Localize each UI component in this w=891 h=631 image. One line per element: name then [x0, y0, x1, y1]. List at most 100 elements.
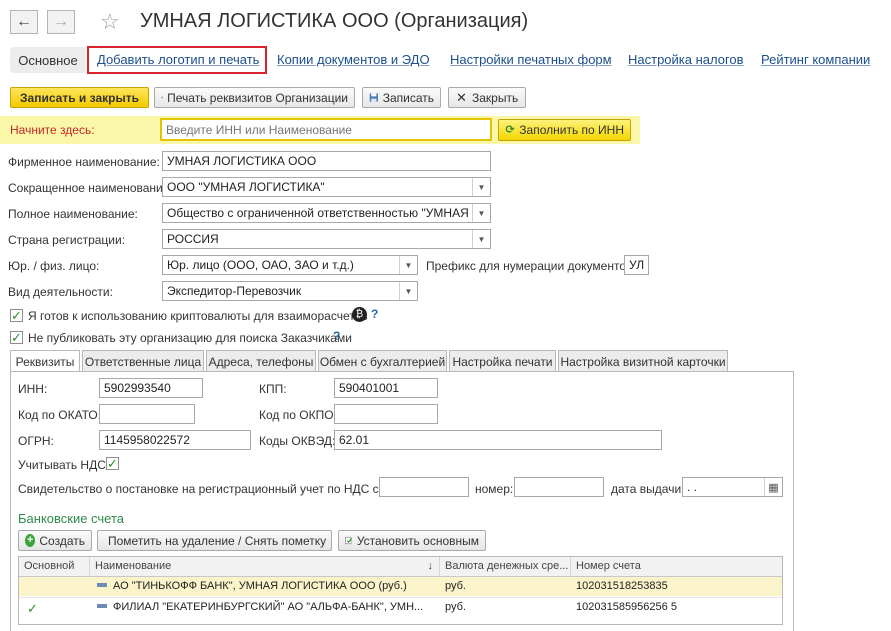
no-publish-label: Не публиковать эту организацию для поиск… [28, 331, 352, 345]
vat-label: Учитывать НДС: [18, 458, 110, 472]
create-account-label: Создать [39, 533, 85, 548]
chevron-down-icon[interactable]: ▼ [399, 282, 417, 300]
tab-company-rating[interactable]: Рейтинг компании [761, 52, 870, 67]
okpo-field[interactable] [334, 404, 438, 424]
bank-accounts-title: Банковские счета [18, 511, 125, 526]
chevron-down-icon[interactable]: ▼ [472, 178, 490, 196]
back-button[interactable]: ← [10, 10, 38, 34]
row-main-flag: ✓ [27, 601, 38, 616]
tab-print-setup[interactable]: Настройка печати [449, 350, 556, 372]
vat-cert-series-field[interactable] [379, 477, 469, 497]
tab-tax-settings[interactable]: Настройка налогов [628, 52, 744, 67]
tab-responsible[interactable]: Ответственные лица [82, 350, 204, 372]
bank-accounts-table[interactable]: Основной Наименование ↓ Валюта денежных с… [18, 556, 783, 625]
tab-basic[interactable]: Основное [10, 47, 86, 73]
prefix-field[interactable]: УЛ [624, 255, 649, 275]
chevron-down-icon[interactable]: ▼ [399, 256, 417, 274]
short-name-field[interactable]: ООО "УМНАЯ ЛОГИСТИКА" ▼ [162, 177, 491, 197]
refresh-icon: ⟳ [505, 123, 515, 136]
set-main-label: Установить основным [356, 533, 479, 548]
no-publish-checkbox[interactable]: ✓ [10, 331, 23, 344]
mark-delete-label: Пометить на удаление / Снять пометку [108, 533, 327, 548]
column-header-account[interactable]: Номер счета [571, 557, 782, 577]
ogrn-field[interactable]: 1145958022572 [99, 430, 251, 450]
bitcoin-icon: ₿ [352, 307, 367, 322]
entity-type-value: Юр. лицо (ООО, ОАО, ЗАО и т.д.) [167, 258, 354, 272]
column-header-currency[interactable]: Валюта денежных сре... [440, 557, 571, 577]
calendar-icon[interactable]: ▦ [764, 478, 782, 496]
activity-field[interactable]: Экспедитор-Перевозчик ▼ [162, 281, 418, 301]
column-header-name[interactable]: Наименование ↓ [90, 557, 440, 577]
chevron-down-icon[interactable]: ▼ [472, 204, 490, 222]
vat-cert-number-label: номер: [475, 482, 514, 496]
save-and-close-button[interactable]: Записать и закрыть [10, 87, 149, 108]
tab-addresses[interactable]: Адреса, телефоны [206, 350, 316, 372]
chevron-down-icon[interactable]: ▼ [472, 230, 490, 248]
create-account-button[interactable]: + Создать [18, 530, 92, 551]
column-header-name-label: Наименование [95, 560, 172, 572]
okved-field[interactable]: 62.01 [334, 430, 662, 450]
bank-account-icon [97, 583, 107, 588]
print-details-button[interactable]: Печать реквизитов Организации [154, 87, 355, 108]
set-main-icon [345, 536, 353, 545]
row-currency: руб. [445, 601, 466, 613]
tab-accounting-exchange[interactable]: Обмен с бухгалтерией [318, 350, 447, 372]
issue-date-value: . . [687, 480, 698, 494]
close-label: Закрыть [472, 90, 519, 105]
row-name: АО "ТИНЬКОФФ БАНК", УМНАЯ ЛОГИСТИКА ООО … [90, 577, 440, 596]
tab-copies-edo[interactable]: Копии документов и ЭДО [277, 52, 430, 67]
prefix-label: Префикс для нумерации документов : [426, 259, 640, 273]
help-icon[interactable]: ? [371, 307, 378, 321]
table-row[interactable]: АО "ТИНЬКОФФ БАНК", УМНАЯ ЛОГИСТИКА ООО … [19, 577, 782, 596]
country-value: РОССИЯ [167, 232, 219, 246]
tab-business-card[interactable]: Настройка визитной карточки [558, 350, 728, 372]
mark-delete-button[interactable]: Пометить на удаление / Снять пометку [97, 530, 332, 551]
country-field[interactable]: РОССИЯ ▼ [162, 229, 491, 249]
crypto-checkbox[interactable]: ✓ [10, 309, 23, 322]
entity-type-label: Юр. / физ. лицо: [8, 259, 100, 273]
full-name-field[interactable]: Общество с ограниченной ответственностью… [162, 203, 491, 223]
inn-field[interactable]: 5902993540 [99, 378, 203, 398]
vat-checkbox[interactable]: ✓ [106, 457, 119, 470]
table-row[interactable]: ✓ ФИЛИАЛ "ЕКАТЕРИНБУРГСКИЙ" АО "АЛЬФА-БА… [19, 597, 782, 616]
row-currency: руб. [445, 580, 466, 592]
page-title: УМНАЯ ЛОГИСТИКА ООО (Организация) [140, 10, 529, 32]
kpp-label: КПП: [259, 382, 287, 396]
fill-by-inn-button[interactable]: ⟳ Заполнить по ИНН [498, 119, 631, 141]
crypto-label: Я готов к использованию криптовалюты для… [28, 309, 368, 323]
forward-arrow-icon: → [53, 13, 69, 30]
vat-cert-number-field[interactable] [514, 477, 604, 497]
full-name-value: Общество с ограниченной ответственностью… [167, 206, 491, 220]
favorite-star-icon[interactable]: ☆ [100, 9, 120, 35]
country-label: Страна регистрации: [8, 233, 126, 247]
set-main-button[interactable]: Установить основным [338, 530, 486, 551]
activity-value: Экспедитор-Перевозчик [167, 284, 302, 298]
ogrn-label: ОГРН: [18, 434, 54, 448]
fill-by-inn-label: Заполнить по ИНН [519, 123, 624, 137]
okved-label: Коды ОКВЭД: [259, 434, 336, 448]
issue-date-label: дата выдачи: [611, 482, 685, 496]
save-label: Записать [382, 90, 434, 105]
forward-button[interactable]: → [47, 10, 75, 34]
short-name-value: ООО "УМНАЯ ЛОГИСТИКА" [167, 180, 325, 194]
inn-search-input[interactable] [160, 118, 492, 141]
column-header-main[interactable]: Основной [19, 557, 90, 577]
row-main-flag [19, 577, 90, 596]
row-name-value: АО "ТИНЬКОФФ БАНК", УМНАЯ ЛОГИСТИКА ООО … [113, 580, 407, 592]
sort-arrow-icon: ↓ [427, 560, 434, 572]
close-button[interactable]: ✕ Закрыть [448, 87, 526, 108]
close-icon: ✕ [456, 90, 467, 105]
tab-print-settings[interactable]: Настройки печатных форм [450, 52, 612, 67]
bank-account-icon [97, 604, 107, 609]
back-arrow-icon: ← [16, 13, 32, 30]
tab-requisites[interactable]: Реквизиты [10, 350, 80, 373]
help-icon[interactable]: ? [333, 329, 340, 343]
row-account: 102031518253835 [576, 580, 668, 592]
firm-name-field[interactable]: УМНАЯ ЛОГИСТИКА ООО [162, 151, 491, 171]
vat-cert-label: Свидетельство о постановке на регистраци… [18, 482, 409, 496]
issue-date-field[interactable]: . . ▦ [682, 477, 783, 497]
entity-type-field[interactable]: Юр. лицо (ООО, ОАО, ЗАО и т.д.) ▼ [162, 255, 418, 275]
save-button[interactable]: Записать [362, 87, 441, 108]
okato-field[interactable] [99, 404, 195, 424]
kpp-field[interactable]: 590401001 [334, 378, 438, 398]
